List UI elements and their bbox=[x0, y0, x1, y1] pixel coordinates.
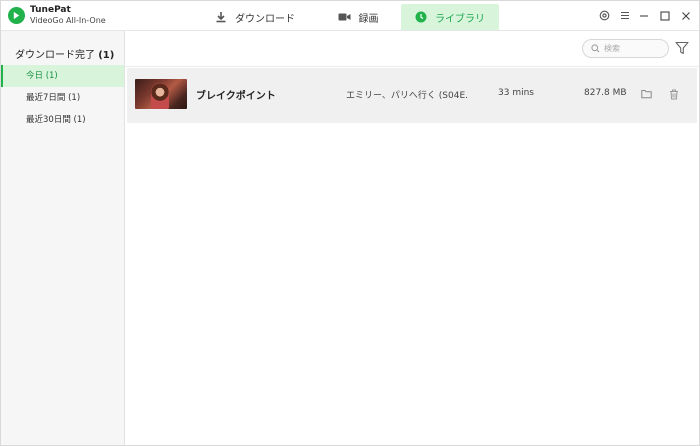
tab-record-label: 録画 bbox=[358, 13, 379, 25]
app-window: TunePat VideoGo All-In-One ダウンロード 録画 ライブ… bbox=[0, 0, 700, 446]
hamburger-icon bbox=[620, 11, 629, 20]
search-input[interactable] bbox=[604, 44, 664, 53]
sidebar: ダウンロード完了 (1) 今日 (1) 最近7日間 (1) 最近30日間 (1) bbox=[1, 31, 125, 445]
sidebar-heading-count: (1) bbox=[98, 50, 115, 61]
title-bar: TunePat VideoGo All-In-One ダウンロード 録画 ライブ… bbox=[1, 1, 699, 31]
tab-download-label: ダウンロード bbox=[235, 13, 295, 25]
video-episode: エミリー、パリへ行く (S04E... bbox=[346, 91, 468, 101]
video-size: 827.8 MB bbox=[584, 88, 627, 98]
menu-button[interactable] bbox=[618, 9, 631, 22]
app-logo-icon bbox=[8, 7, 25, 24]
sidebar-item-today[interactable]: 今日 (1) bbox=[1, 65, 124, 87]
tab-record[interactable]: 録画 bbox=[323, 4, 393, 30]
filter-button[interactable] bbox=[674, 40, 689, 55]
tab-library-label: ライブラリ bbox=[435, 13, 485, 25]
maximize-button[interactable] bbox=[658, 9, 671, 22]
trash-icon bbox=[670, 89, 678, 99]
table-row[interactable]: ブレイクポイント エミリー、パリへ行く (S04E... 33 mins 827… bbox=[127, 68, 697, 123]
sidebar-heading-label: ダウンロード完了 bbox=[15, 50, 95, 61]
minimize-button[interactable] bbox=[637, 9, 650, 22]
sidebar-heading: ダウンロード完了 (1) bbox=[15, 46, 114, 61]
app-subtitle: VideoGo All-In-One bbox=[30, 16, 106, 25]
tab-library[interactable]: ライブラリ bbox=[401, 4, 499, 30]
minimize-icon bbox=[639, 14, 648, 17]
folder-icon bbox=[640, 90, 652, 99]
search-icon bbox=[591, 44, 600, 53]
settings-button[interactable] bbox=[598, 9, 611, 22]
video-title: ブレイクポイント bbox=[196, 91, 276, 102]
header-divider bbox=[125, 66, 699, 67]
open-folder-button[interactable] bbox=[640, 88, 652, 100]
video-thumbnail bbox=[135, 79, 187, 109]
close-button[interactable] bbox=[679, 9, 692, 22]
sidebar-item-last-7-days[interactable]: 最近7日間 (1) bbox=[1, 87, 124, 109]
app-name: TunePat bbox=[30, 5, 71, 15]
clock-icon bbox=[415, 11, 427, 23]
close-icon bbox=[681, 11, 690, 20]
tab-download[interactable]: ダウンロード bbox=[205, 4, 305, 30]
gear-icon bbox=[599, 10, 610, 21]
video-duration: 33 mins bbox=[498, 88, 534, 98]
filter-icon bbox=[674, 41, 689, 54]
delete-button[interactable] bbox=[668, 88, 680, 100]
sidebar-item-last-30-days[interactable]: 最近30日間 (1) bbox=[1, 109, 124, 131]
download-icon bbox=[216, 12, 226, 23]
library-content: ブレイクポイント エミリー、パリへ行く (S04E... 33 mins 827… bbox=[125, 31, 699, 445]
maximize-icon bbox=[659, 10, 670, 21]
search-box[interactable] bbox=[582, 39, 669, 58]
camera-icon bbox=[338, 13, 350, 21]
